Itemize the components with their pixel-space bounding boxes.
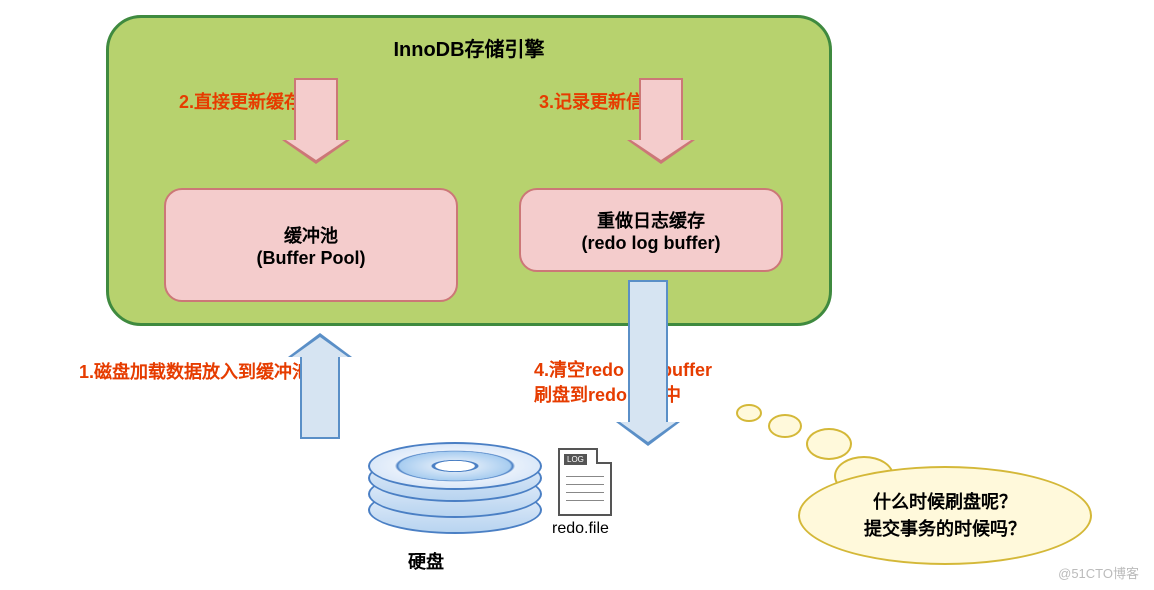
- buffer-pool-title: 缓冲池: [166, 222, 456, 248]
- redo-buffer-subtitle: (redo log buffer): [521, 233, 781, 254]
- arrow-to-buffer-pool: [294, 78, 338, 142]
- thought-bubble-main: 什么时候刷盘呢？ 提交事务的时候吗？: [798, 466, 1092, 565]
- arrow-to-redo-buffer: [639, 78, 683, 142]
- thought-bubble-dot-2: [768, 414, 802, 438]
- step-1-label: 1.磁盘加载数据放入到缓冲池: [79, 358, 310, 384]
- engine-title: InnoDB存储引擎: [109, 33, 829, 62]
- buffer-pool-box: 缓冲池 (Buffer Pool): [164, 188, 458, 302]
- buffer-pool-subtitle: (Buffer Pool): [166, 248, 456, 269]
- redo-buffer-title: 重做日志缓存: [521, 207, 781, 233]
- watermark: @51CTO博客: [1058, 563, 1139, 582]
- innodb-engine-container: InnoDB存储引擎 2.直接更新缓存数据 3.记录更新信息 缓冲池 (Buff…: [106, 15, 832, 326]
- redo-log-buffer-box: 重做日志缓存 (redo log buffer): [519, 188, 783, 272]
- bubble-line2: 提交事务的时候吗？: [800, 516, 1090, 543]
- disk-stack-icon: [368, 442, 538, 532]
- bubble-line1: 什么时候刷盘呢？: [800, 489, 1090, 516]
- thought-bubble-dot-3: [806, 428, 852, 460]
- disk-label: 硬盘: [408, 548, 444, 574]
- arrow-redo-to-disk: [628, 280, 668, 424]
- step-4-line1: 4.清空redo log buffer: [534, 358, 712, 383]
- log-file-tag: LOG: [564, 454, 587, 465]
- arrow-disk-to-buffer: [300, 355, 340, 439]
- step-4-line2: 刷盘到redo日志中: [534, 383, 712, 408]
- step-4-label: 4.清空redo log buffer 刷盘到redo日志中: [534, 358, 712, 408]
- log-file-icon: LOG: [558, 448, 612, 516]
- thought-bubble-dot-1: [736, 404, 762, 422]
- redo-file-label: redo.file: [552, 520, 609, 538]
